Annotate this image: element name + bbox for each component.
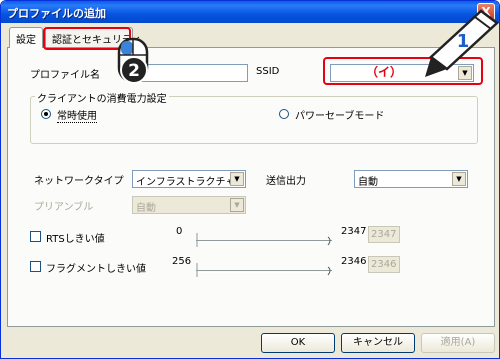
pencil-icon: 1 [425, 9, 499, 77]
rts-max-label: 2347 [341, 226, 367, 237]
power-save-label[interactable]: パワーセーブモード [295, 107, 384, 122]
rts-checkbox[interactable] [30, 231, 41, 242]
frag-value-field: 2346 [368, 256, 400, 273]
tx-power-combo[interactable]: 自動 ▼ [354, 170, 468, 188]
preamble-value: 自動 [136, 203, 156, 214]
rts-label[interactable]: RTSしきい値 [46, 230, 105, 245]
frag-max-label: 2346 [341, 256, 367, 267]
step-1-number: 1 [457, 31, 470, 52]
ssid-label: SSID [256, 66, 280, 77]
settings-panel: プロファイル名 SSID ▼ クライアントの消費電力設定 常時使用 パワーセーブ… [7, 47, 495, 327]
chevron-down-icon[interactable]: ▼ [452, 172, 466, 186]
apply-button: 適用(A) [421, 333, 495, 353]
network-type-combo[interactable]: インフラストラクチャ ▼ [132, 170, 246, 188]
tx-power-label: 送信出力 [266, 176, 306, 187]
always-on-radio[interactable] [41, 109, 51, 119]
always-on-label[interactable]: 常時使用 [57, 107, 97, 123]
frag-slider-min-tick [196, 263, 198, 277]
preamble-label: プリアンブル [34, 202, 94, 213]
chevron-down-icon: ▼ [230, 198, 244, 212]
cancel-button[interactable]: キャンセル [341, 333, 415, 353]
rts-slider-track[interactable] [196, 240, 332, 243]
rts-min-label: 0 [176, 226, 183, 237]
frag-label[interactable]: フラグメントしきい値 [46, 260, 146, 275]
window-title: プロファイルの追加 [7, 7, 106, 20]
rts-slider-min-tick [196, 233, 198, 247]
frag-slider-thumb[interactable] [327, 263, 333, 277]
preamble-combo: 自動 ▼ [132, 196, 246, 214]
ok-button[interactable]: OK [261, 333, 335, 353]
chevron-down-icon[interactable]: ▼ [230, 172, 244, 186]
rts-value-field: 2347 [368, 226, 400, 243]
rts-slider-thumb[interactable] [327, 233, 333, 247]
step-2-number: 2 [128, 61, 140, 81]
tab-settings-label: 設定 [16, 35, 36, 46]
add-profile-dialog: プロファイルの追加 X 設定 認証とセキュリティ プロファイル名 SSID ▼ … [0, 0, 500, 359]
frag-checkbox[interactable] [30, 261, 41, 272]
frag-min-label: 256 [172, 256, 192, 267]
power-group-title: クライアントの消費電力設定 [35, 90, 169, 105]
profile-name-label: プロファイル名 [30, 70, 100, 81]
power-setting-group: クライアントの消費電力設定 常時使用 パワーセーブモード [30, 90, 478, 144]
frag-slider-track[interactable] [196, 270, 332, 273]
tx-power-value: 自動 [358, 177, 378, 188]
ssid-callout: （イ） [366, 65, 403, 79]
tab-settings[interactable]: 設定 [9, 27, 43, 48]
network-type-label: ネットワークタイプ [34, 176, 124, 187]
power-save-radio[interactable] [279, 109, 289, 119]
profile-name-input[interactable] [138, 64, 248, 82]
network-type-value: インフラストラクチャ [136, 177, 236, 188]
step-2-badge: 2 [120, 56, 148, 84]
